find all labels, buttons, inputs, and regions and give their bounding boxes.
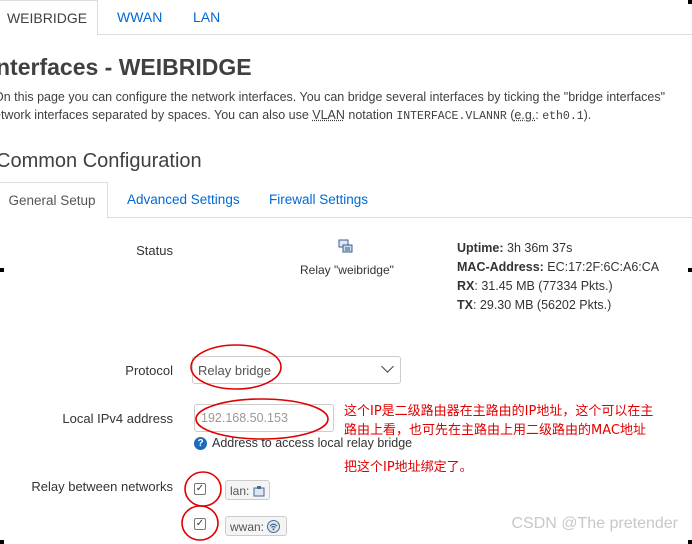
watermark: CSDN @The pretender <box>511 515 678 532</box>
annotation-circle-wwan <box>181 505 219 541</box>
annotation-circle-ipv4 <box>195 398 329 440</box>
annotation-circle-protocol <box>190 344 282 390</box>
annotation-text-line1: 这个IP是二级路由器在主路由的IP地址，这个可以在主 <box>344 404 654 419</box>
annotation-text-line3: 把这个IP地址绑定了。 <box>344 460 473 475</box>
annotation-circle-lan <box>184 471 222 507</box>
annotation-text-line2: 路由上看，也可先在主路由上用二级路由的MAC地址 <box>344 423 646 438</box>
